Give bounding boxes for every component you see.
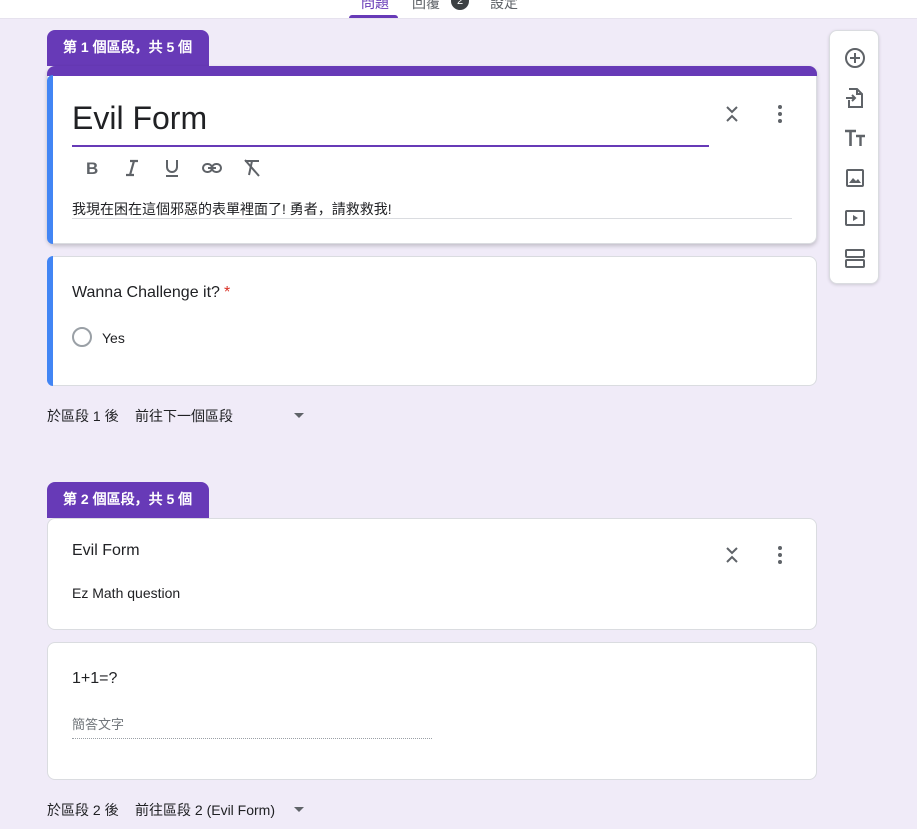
add-image-icon[interactable]: [843, 166, 867, 190]
question-text: 1+1=?: [72, 670, 118, 687]
section-1-label: 第 1 個區段，共 5 個: [47, 30, 209, 66]
underline-icon[interactable]: [161, 157, 183, 179]
after-section-2-label: 於區段 2 後: [47, 802, 119, 818]
bold-icon[interactable]: B: [82, 157, 104, 179]
italic-icon[interactable]: [121, 157, 143, 179]
dropdown-arrow-icon: [293, 803, 305, 815]
add-section-icon[interactable]: [843, 246, 867, 270]
link-icon[interactable]: [201, 157, 223, 179]
clear-formatting-icon[interactable]: [241, 157, 263, 179]
active-tab-indicator: [349, 15, 398, 18]
focus-indicator: [47, 75, 53, 244]
import-questions-icon[interactable]: [843, 86, 867, 110]
required-asterisk: *: [223, 284, 231, 301]
more-options-icon[interactable]: [768, 102, 792, 126]
after-section-1-label: 於區段 1 後: [47, 408, 119, 424]
collapse-section-icon[interactable]: [719, 102, 745, 126]
collapse-section-icon[interactable]: [719, 543, 745, 567]
responses-count-badge: 2: [451, 0, 469, 10]
form-title-input[interactable]: Evil Form: [72, 100, 207, 137]
svg-text:B: B: [86, 159, 98, 178]
tab-settings[interactable]: 設定: [490, 0, 518, 13]
short-answer-underline: [72, 738, 432, 739]
section-1-header-card[interactable]: Evil Form B 我現在困在這個邪惡的表單裡面了! 勇者，請救救我!: [47, 66, 817, 244]
form-description-input[interactable]: 我現在困在這個邪惡的表單裡面了! 勇者，請救救我!: [72, 199, 392, 219]
section-2-label: 第 2 個區段，共 5 個: [47, 482, 209, 518]
question-title: Wanna Challenge it? *: [72, 284, 230, 302]
top-tab-bar: 問題 回覆 2 設定: [0, 0, 917, 19]
more-options-icon[interactable]: [768, 543, 792, 567]
question-card-challenge[interactable]: Wanna Challenge it? * Yes: [47, 256, 817, 386]
focus-indicator: [47, 256, 53, 386]
add-video-icon[interactable]: [843, 206, 867, 230]
section-color-bar: [47, 66, 817, 76]
title-underline: [72, 145, 709, 147]
option-label-yes: Yes: [102, 330, 125, 346]
section-2-title[interactable]: Evil Form: [72, 542, 140, 560]
section-2-description[interactable]: Ez Math question: [72, 585, 180, 601]
section-2-header-card[interactable]: Evil Form Ez Math question: [47, 518, 817, 630]
add-title-icon[interactable]: [843, 126, 867, 150]
add-question-icon[interactable]: [843, 46, 867, 70]
dropdown-value: 前往區段 2 (Evil Form): [135, 802, 275, 818]
tab-questions[interactable]: 問題: [361, 0, 389, 13]
description-underline: [72, 218, 792, 219]
tab-responses[interactable]: 回覆: [412, 0, 440, 13]
question-card-math[interactable]: 1+1=? 簡答文字: [47, 642, 817, 780]
radio-option-yes[interactable]: [72, 327, 92, 347]
dropdown-value: 前往下一個區段: [135, 408, 233, 424]
short-answer-placeholder: 簡答文字: [72, 717, 125, 732]
after-section-1-dropdown[interactable]: 前往下一個區段: [135, 406, 315, 426]
question-text: Wanna Challenge it?: [72, 284, 220, 301]
after-section-2-dropdown[interactable]: 前往區段 2 (Evil Form): [135, 800, 315, 820]
side-toolbar: [829, 30, 879, 284]
dropdown-arrow-icon: [293, 409, 305, 421]
